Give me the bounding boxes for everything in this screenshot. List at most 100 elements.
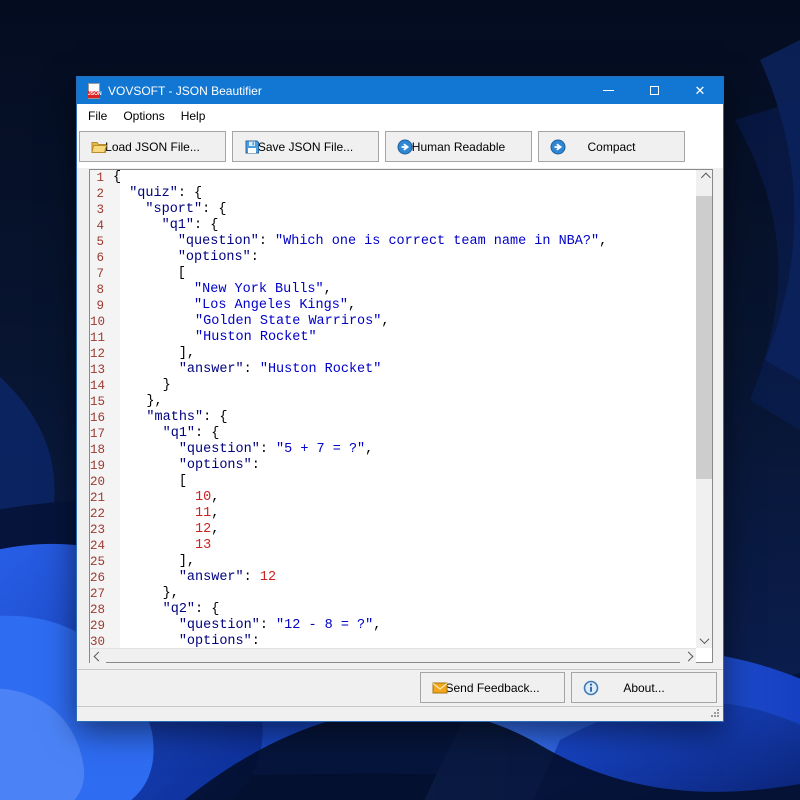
line-number: 24 xyxy=(90,538,114,554)
window-title: VOVSOFT - JSON Beautifier xyxy=(108,84,262,98)
line-number: 25 xyxy=(90,554,114,570)
envelope-icon xyxy=(432,680,448,696)
menu-options[interactable]: Options xyxy=(115,106,172,126)
compact-button[interactable]: Compact xyxy=(538,131,685,162)
code-line: 5 "question": "Which one is correct team… xyxy=(90,234,696,250)
open-folder-icon xyxy=(91,139,107,155)
code-line: 15 }, xyxy=(90,394,696,410)
code-line: 23 12, xyxy=(90,522,696,538)
scroll-right-arrow[interactable] xyxy=(680,649,696,663)
line-number: 3 xyxy=(90,202,113,218)
line-number: 18 xyxy=(90,442,114,458)
scroll-left-arrow[interactable] xyxy=(90,649,106,663)
chevron-left-icon xyxy=(93,651,103,661)
code-line: 8 "New York Bulls", xyxy=(90,282,696,298)
menu-help[interactable]: Help xyxy=(173,106,214,126)
code-line: 13 "answer": "Huston Rocket" xyxy=(90,362,696,378)
line-number: 19 xyxy=(90,458,114,474)
code-line: 26 "answer": 12 xyxy=(90,570,696,586)
line-number: 5 xyxy=(90,234,113,250)
line-number: 20 xyxy=(90,474,114,490)
vertical-scrollbar[interactable] xyxy=(696,170,712,648)
vertical-scroll-thumb[interactable] xyxy=(696,196,712,479)
code-line: 1{ xyxy=(90,170,696,186)
code-line: 14 } xyxy=(90,378,696,394)
human-readable-label: Human Readable xyxy=(412,140,505,154)
line-number: 13 xyxy=(90,362,114,378)
chevron-up-icon xyxy=(700,173,710,183)
code-line: 9 "Los Angeles Kings", xyxy=(90,298,696,314)
code-line: 29 "question": "12 - 8 = ?", xyxy=(90,618,696,634)
line-number: 27 xyxy=(90,586,114,602)
save-floppy-icon xyxy=(244,139,260,155)
line-number: 15 xyxy=(90,394,114,410)
code-line: 24 13 xyxy=(90,538,696,554)
info-icon xyxy=(583,680,599,696)
line-number: 29 xyxy=(90,618,114,634)
code-line: 6 "options": xyxy=(90,250,696,266)
chevron-down-icon xyxy=(699,634,709,644)
menubar: File Options Help xyxy=(77,104,723,127)
code-line: 19 "options": xyxy=(90,458,696,474)
line-number: 23 xyxy=(90,522,114,538)
code-line: 20 [ xyxy=(90,474,696,490)
about-button[interactable]: About... xyxy=(571,672,717,703)
human-readable-button[interactable]: Human Readable xyxy=(385,131,532,162)
status-bar xyxy=(77,706,723,721)
code-line: 17 "q1": { xyxy=(90,426,696,442)
code-line: 10 "Golden State Warriros", xyxy=(90,314,696,330)
json-editor[interactable]: 1{2 "quiz": {3 "sport": {4 "q1": {5 "que… xyxy=(89,169,713,663)
line-number: 9 xyxy=(90,298,113,314)
load-json-file-button[interactable]: Load JSON File... xyxy=(79,131,226,162)
toolbar: Load JSON File... Save JSON File... Hu xyxy=(77,127,723,168)
app-json-file-icon: JSON xyxy=(86,83,102,99)
arrow-circle-icon xyxy=(550,139,566,155)
scroll-up-arrow[interactable] xyxy=(696,170,712,185)
code-line: 16 "maths": { xyxy=(90,410,696,426)
send-feedback-button[interactable]: Send Feedback... xyxy=(420,672,565,703)
minimize-button[interactable] xyxy=(585,77,631,104)
line-number: 26 xyxy=(90,570,114,586)
bottom-panel: Send Feedback... About... xyxy=(77,669,723,708)
code-line: 28 "q2": { xyxy=(90,602,696,618)
code-line: 2 "quiz": { xyxy=(90,186,696,202)
horizontal-scrollbar[interactable] xyxy=(90,648,696,662)
line-number: 6 xyxy=(90,250,113,266)
resize-grip[interactable] xyxy=(711,709,720,718)
line-number: 14 xyxy=(90,378,114,394)
code-line: 11 "Huston Rocket" xyxy=(90,330,696,346)
load-json-file-label: Load JSON File... xyxy=(105,140,200,154)
code-line: 27 }, xyxy=(90,586,696,602)
app-window: JSON VOVSOFT - JSON Beautifier ✕ File Op… xyxy=(76,76,724,722)
about-label: About... xyxy=(623,681,664,695)
code-line: 21 10, xyxy=(90,490,696,506)
line-number: 4 xyxy=(90,218,113,234)
code-line: 18 "question": "5 + 7 = ?", xyxy=(90,442,696,458)
titlebar[interactable]: JSON VOVSOFT - JSON Beautifier ✕ xyxy=(77,77,723,104)
code-line: 30 "options": xyxy=(90,634,696,648)
maximize-button[interactable] xyxy=(631,77,677,104)
save-json-file-label: Save JSON File... xyxy=(258,140,353,154)
save-json-file-button[interactable]: Save JSON File... xyxy=(232,131,379,162)
close-button[interactable]: ✕ xyxy=(677,77,723,104)
line-number: 28 xyxy=(90,602,114,618)
line-number: 21 xyxy=(90,490,114,506)
close-icon: ✕ xyxy=(695,84,706,97)
line-number: 1 xyxy=(90,170,113,186)
line-number: 17 xyxy=(90,426,114,442)
code-line: 25 ], xyxy=(90,554,696,570)
line-number: 22 xyxy=(90,506,114,522)
menu-file[interactable]: File xyxy=(80,106,115,126)
maximize-icon xyxy=(650,86,659,95)
line-number: 30 xyxy=(90,634,114,648)
line-number: 10 xyxy=(90,314,114,330)
code-line: 22 11, xyxy=(90,506,696,522)
arrow-circle-icon xyxy=(397,139,413,155)
code-line: 7 [ xyxy=(90,266,696,282)
line-number: 11 xyxy=(90,330,114,346)
compact-label: Compact xyxy=(587,140,635,154)
scroll-down-arrow[interactable] xyxy=(696,633,712,648)
code-line: 12 ], xyxy=(90,346,696,362)
chevron-right-icon xyxy=(683,651,693,661)
line-number: 16 xyxy=(90,410,114,426)
